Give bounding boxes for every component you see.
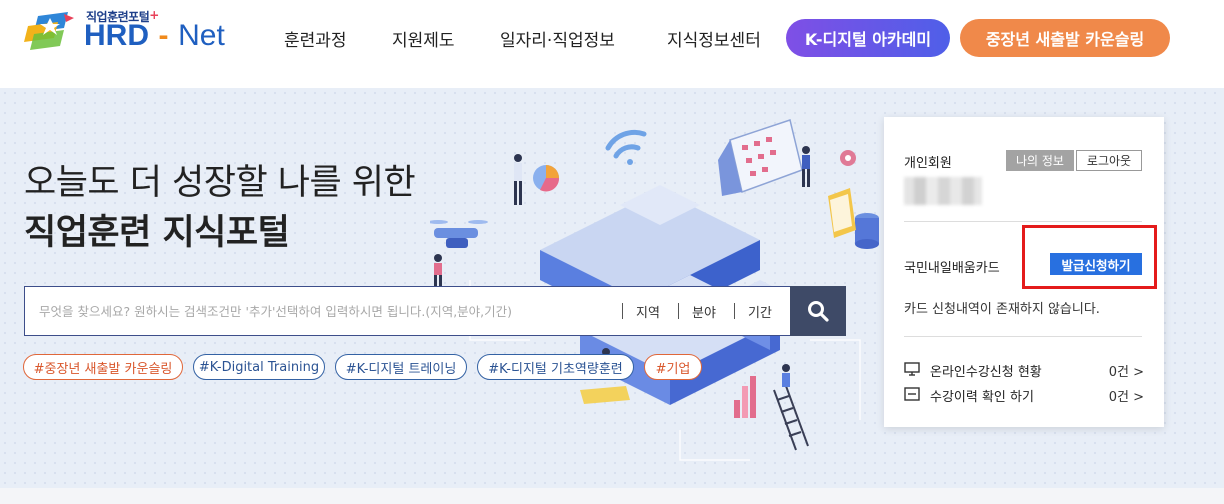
calendar-icon xyxy=(718,119,803,196)
tag-midcareer-counseling[interactable]: #중장년 새출발 카운슬링 xyxy=(23,354,183,380)
divider xyxy=(904,221,1142,222)
gear-icon xyxy=(840,150,856,166)
bar-graph-icon xyxy=(734,376,756,418)
footer-strip xyxy=(0,488,1224,504)
my-info-button[interactable]: 나의 정보 xyxy=(1006,150,1074,171)
online-enrollment-status-link[interactable]: 온라인수강신청 현황 0건 > xyxy=(904,360,1144,380)
course-history-label: 수강이력 확인 하기 xyxy=(930,390,1034,405)
nav-jobs-info[interactable]: 일자리·직업정보 xyxy=(500,26,615,51)
online-enrollment-count: 0건 > xyxy=(1108,365,1144,380)
logo[interactable]: 직업훈련포털+ HRD - Net xyxy=(24,8,225,52)
highlight-box xyxy=(1022,225,1157,289)
masked-username xyxy=(904,177,982,205)
tag-k-digital-basic[interactable]: #K-디지털 기초역량훈련 xyxy=(477,354,634,380)
online-enrollment-status-label: 온라인수강신청 현황 xyxy=(930,365,1042,380)
filter-period[interactable]: 기간 xyxy=(748,302,772,321)
logo-hrd: HRD xyxy=(84,19,149,52)
filter-separator xyxy=(678,303,679,319)
member-panel: 개인회원 나의 정보 로그아웃 국민내일배움카드 발급신청하기 카드 신청내역이… xyxy=(884,117,1164,427)
nav-training-courses[interactable]: 훈련과정 xyxy=(284,26,347,51)
hero-title-line1: 오늘도 더 성장할 나를 위한 xyxy=(24,163,416,203)
divider xyxy=(904,336,1142,337)
logout-button[interactable]: 로그아웃 xyxy=(1076,150,1142,171)
filter-field[interactable]: 분야 xyxy=(692,302,716,321)
header: 직업훈련포털+ HRD - Net 훈련과정 지원제도 일자리·직업정보 지식정… xyxy=(0,0,1224,88)
tag-k-digital-training-en[interactable]: #K-Digital Training xyxy=(193,354,325,380)
logo-dash: - xyxy=(158,19,169,52)
logo-wordmark: HRD - Net xyxy=(84,20,225,52)
no-card-message: 카드 신청내역이 존재하지 않습니다. xyxy=(904,302,1100,317)
national-card-label: 국민내일배움카드 xyxy=(904,261,1000,276)
tag-company[interactable]: #기업 xyxy=(644,354,702,380)
search-input[interactable] xyxy=(25,287,617,335)
logo-mark-icon xyxy=(24,12,74,50)
search-icon xyxy=(808,301,829,322)
list-icon xyxy=(904,387,920,401)
database-icon xyxy=(855,213,879,249)
hero-title-line2: 직업훈련 지식포털 xyxy=(24,213,290,253)
k-digital-academy-button[interactable]: K-디지털 아카데미 xyxy=(786,19,950,57)
course-history-count: 0건 > xyxy=(1108,390,1144,405)
folder-icon xyxy=(828,188,856,238)
pie-chart-icon xyxy=(533,165,560,192)
wifi-icon xyxy=(605,129,647,165)
filter-separator xyxy=(734,303,735,319)
sticky-note-icon xyxy=(580,386,630,404)
drone-icon xyxy=(430,220,488,248)
nav-knowledge-center[interactable]: 지식정보센터 xyxy=(667,26,761,51)
nav-support-system[interactable]: 지원제도 xyxy=(392,26,455,51)
tag-k-digital-training-ko[interactable]: #K-디지털 트레이닝 xyxy=(335,354,467,380)
filter-separator xyxy=(622,303,623,319)
member-type-label: 개인회원 xyxy=(904,156,952,171)
midcareer-counseling-button[interactable]: 중장년 새출발 카운슬링 xyxy=(960,19,1170,57)
logo-net: Net xyxy=(178,19,225,52)
ladder-icon xyxy=(773,385,809,451)
course-history-link[interactable]: 수강이력 확인 하기 0건 > xyxy=(904,385,1144,405)
filter-region[interactable]: 지역 xyxy=(636,302,660,321)
search-bar: 지역 분야 기간 xyxy=(24,286,790,336)
monitor-icon xyxy=(904,362,920,376)
search-button[interactable] xyxy=(790,286,846,336)
